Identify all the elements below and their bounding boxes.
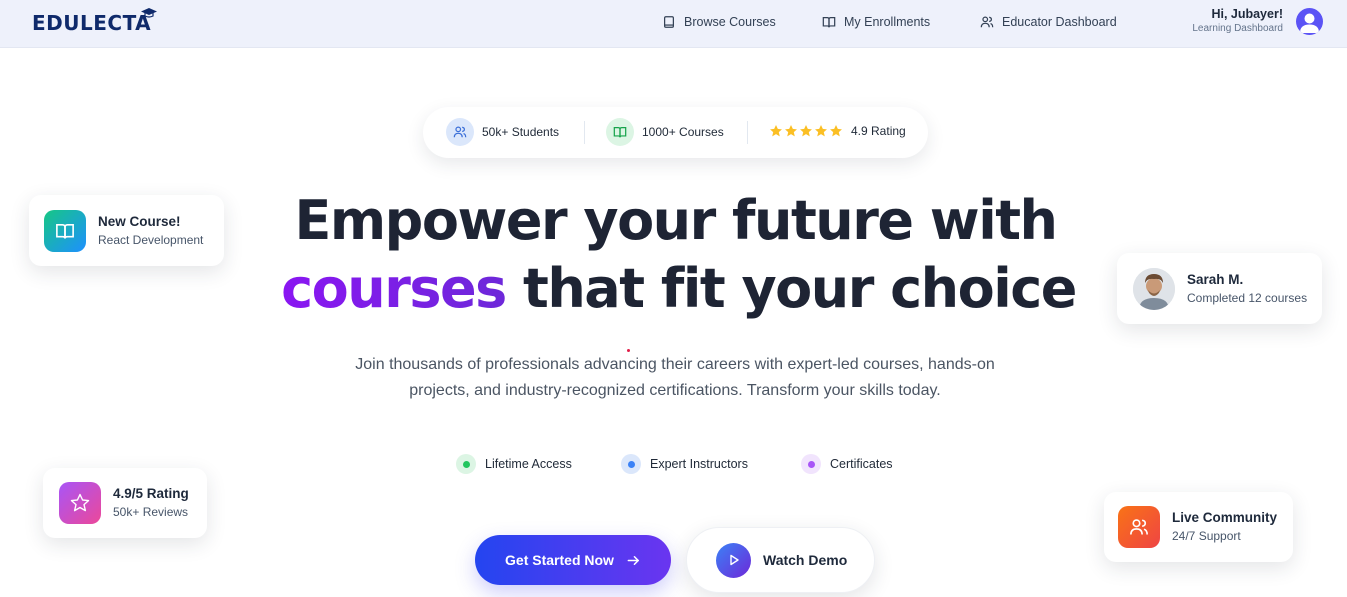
logo[interactable]: EDULECTA xyxy=(32,8,158,38)
testimonial-avatar xyxy=(1133,267,1175,310)
feature-dot-icon xyxy=(801,454,821,474)
users-icon xyxy=(1118,506,1160,548)
rating-card: 4.9/5 Rating 50k+ Reviews xyxy=(43,468,207,538)
user-greeting: Hi, Jubayer! xyxy=(1211,7,1283,21)
users-icon xyxy=(980,16,994,28)
user-icon xyxy=(1300,13,1319,33)
star-icon xyxy=(770,125,782,137)
feature-label: Lifetime Access xyxy=(485,457,572,471)
nav-educator-label: Educator Dashboard xyxy=(1002,15,1117,29)
hero-title-line2-rest: that fit your choice xyxy=(523,257,1077,320)
community-text: Live Community 24/7 Support xyxy=(1172,509,1277,545)
graduation-cap-icon xyxy=(141,8,158,18)
nav-enrollments-label: My Enrollments xyxy=(844,15,931,29)
rating-card-subtitle: 50k+ Reviews xyxy=(113,505,189,519)
community-card: Live Community 24/7 Support xyxy=(1104,492,1293,562)
star-icon xyxy=(785,125,797,137)
nav-educator-dashboard[interactable]: Educator Dashboard xyxy=(980,12,1117,32)
star-icon xyxy=(815,125,827,137)
stat-students-label: 50k+ Students xyxy=(482,125,560,139)
rating-stars xyxy=(769,124,843,138)
testimonial-card: Sarah M. Completed 12 courses xyxy=(1117,253,1322,324)
testimonial-name: Sarah M. xyxy=(1187,271,1244,287)
hero-description: Join thousands of professionals advancin… xyxy=(355,356,995,399)
nav-browse-courses[interactable]: Browse Courses xyxy=(662,12,776,32)
feature-dot-icon xyxy=(621,454,641,474)
star-icon xyxy=(830,125,842,137)
watch-demo-button[interactable]: Watch Demo xyxy=(686,527,875,593)
stats-bar: 50k+ Students 1000+ Courses 4.9 Rating xyxy=(423,107,928,158)
user-subtitle: Learning Dashboard xyxy=(1192,23,1283,34)
new-course-text: New Course! React Development xyxy=(98,213,203,249)
star-icon xyxy=(800,125,812,137)
courses-icon xyxy=(606,118,634,146)
testimonial-text: Sarah M. Completed 12 courses xyxy=(1187,271,1307,307)
play-icon xyxy=(716,542,751,578)
open-book-icon xyxy=(822,17,836,28)
nav-my-enrollments[interactable]: My Enrollments xyxy=(822,12,930,32)
community-title: Live Community xyxy=(1172,510,1278,525)
get-started-label: Get Started Now xyxy=(505,552,614,568)
rating-card-title: 4.9/5 Rating xyxy=(113,486,189,501)
book-icon xyxy=(664,16,674,28)
user-avatar[interactable] xyxy=(1296,8,1323,35)
stat-courses: 1000+ Courses xyxy=(606,118,724,146)
students-icon xyxy=(446,118,474,146)
arrow-right-icon xyxy=(627,555,639,565)
star-outline-icon xyxy=(59,482,101,524)
feature-label: Certificates xyxy=(830,457,893,471)
open-book-icon xyxy=(44,209,86,252)
new-course-card: New Course! React Development xyxy=(29,195,224,266)
stat-students: 50k+ Students xyxy=(446,118,559,146)
nav-browse-label: Browse Courses xyxy=(684,15,776,29)
testimonial-subtitle: Completed 12 courses xyxy=(1187,290,1308,305)
new-course-title: New Course! xyxy=(98,213,181,229)
stat-rating: 4.9 Rating xyxy=(769,124,906,138)
logo-text: EDULECTA xyxy=(32,11,152,35)
hero-highlight: courses xyxy=(281,257,507,320)
feature-dot-icon xyxy=(456,454,476,474)
feature-label: Expert Instructors xyxy=(650,457,748,471)
feature-expert-instructors: Expert Instructors xyxy=(621,454,748,474)
community-subtitle: 24/7 Support xyxy=(1172,529,1241,543)
user-info[interactable]: Hi, Jubayer! Learning Dashboard xyxy=(1192,6,1283,36)
stats-divider xyxy=(584,121,585,144)
stats-divider xyxy=(747,121,748,144)
get-started-button[interactable]: Get Started Now xyxy=(475,535,671,585)
feature-lifetime-access: Lifetime Access xyxy=(456,454,572,474)
watch-demo-label: Watch Demo xyxy=(763,552,848,568)
page: EDULECTA Browse Courses My Enrollments E… xyxy=(0,0,1347,597)
rating-card-text: 4.9/5 Rating 50k+ Reviews xyxy=(113,485,189,521)
new-course-subtitle: React Development xyxy=(98,232,204,247)
stat-rating-label: 4.9 Rating xyxy=(851,124,906,138)
feature-certificates: Certificates xyxy=(801,454,893,474)
navbar: EDULECTA Browse Courses My Enrollments E… xyxy=(0,0,1347,48)
stat-courses-label: 1000+ Courses xyxy=(642,125,724,139)
